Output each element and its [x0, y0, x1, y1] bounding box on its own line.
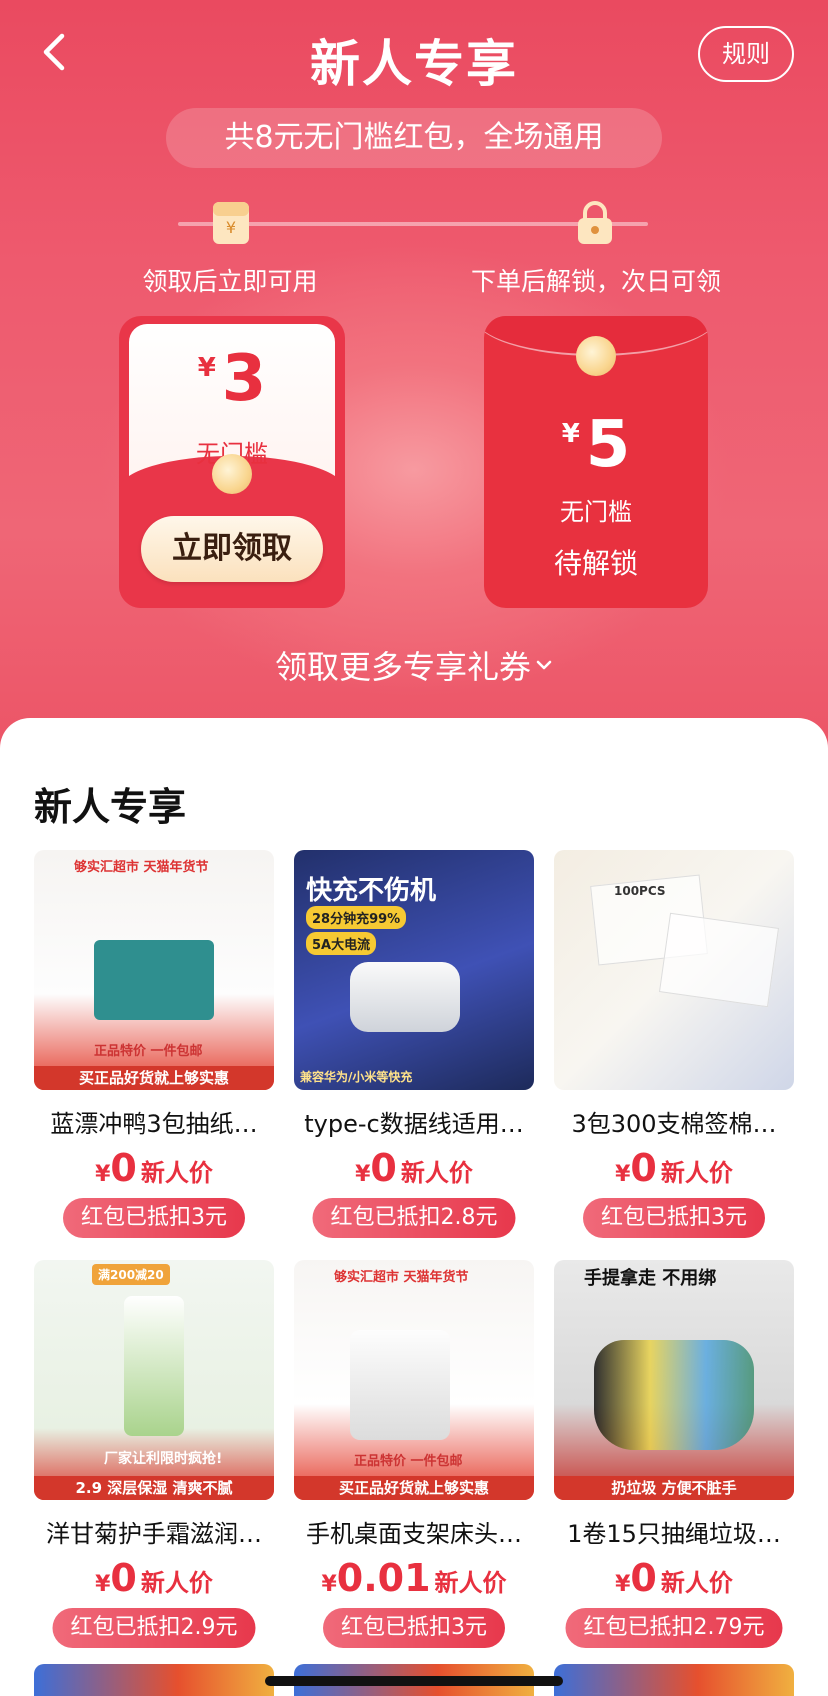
coupon-amount: ¥5	[561, 408, 631, 482]
coupon-amount: ¥3	[197, 342, 267, 416]
product-image: 满200减20 厂家让利限时疯抢! 2.9 深层保湿 清爽不腻	[34, 1260, 274, 1500]
product-price: ¥0 新人价	[95, 1146, 213, 1190]
claim-now-button[interactable]: 立即领取	[141, 516, 323, 582]
product-card[interactable]: 快充不伤机 28分钟充99% 5A大电流 兼容华为/小米等快充 type-c数据…	[294, 850, 534, 1238]
deduct-badge: 红包已抵扣3元	[63, 1198, 245, 1238]
chevron-down-icon	[536, 660, 552, 670]
product-price: ¥0 新人价	[615, 1146, 733, 1190]
product-card[interactable]: 够实汇超市 天猫年货节 正品特价 一件包邮 买正品好货就上够实惠 手机桌面支架床…	[294, 1260, 534, 1648]
lock-icon	[578, 201, 612, 244]
product-card[interactable]: 手提拿走 不用绑 扔垃圾 方便不脏手 1卷15只抽绳垃圾… ¥0 新人价 红包已抵…	[554, 1260, 794, 1648]
deduct-badge: 红包已抵扣3元	[323, 1608, 505, 1648]
product-image: 快充不伤机 28分钟充99% 5A大电流 兼容华为/小米等快充	[294, 850, 534, 1090]
coupon-card-5: ¥5 无门槛 待解锁	[484, 316, 708, 608]
products-panel: 新人专享 够实汇超市 天猫年货节 正品特价 一件包邮 买正品好货就上够实惠 蓝漂…	[0, 718, 828, 1696]
seal-icon	[576, 336, 616, 376]
nav-bar: 新人专享 规则	[0, 0, 828, 104]
product-image: 手提拿走 不用绑 扔垃圾 方便不脏手	[554, 1260, 794, 1500]
product-image: 够实汇超市 天猫年货节 正品特价 一件包邮 买正品好货就上够实惠	[294, 1260, 534, 1500]
product-name: 3包300支棉签棉…	[571, 1110, 777, 1138]
product-price: ¥0 新人价	[95, 1556, 213, 1600]
hero-banner: 新人专享 规则 共8元无门槛红包，全场通用 ¥ 领取后立即可用 下单后解锁，次日…	[0, 0, 828, 760]
product-card[interactable]: 够实汇超市 天猫年货节 正品特价 一件包邮 买正品好货就上够实惠 蓝漂冲鸭3包抽…	[34, 850, 274, 1238]
home-indicator[interactable]	[265, 1676, 563, 1686]
product-card-partial[interactable]	[34, 1664, 274, 1696]
product-name: 1卷15只抽绳垃圾…	[567, 1520, 781, 1548]
product-image: 够实汇超市 天猫年货节 正品特价 一件包邮 买正品好货就上够实惠	[34, 850, 274, 1090]
product-card-partial[interactable]	[554, 1664, 794, 1696]
svg-text:¥: ¥	[226, 218, 236, 237]
product-card[interactable]: 满200减20 厂家让利限时疯抢! 2.9 深层保湿 清爽不腻 洋甘菊护手霜滋润…	[34, 1260, 274, 1648]
deduct-badge: 红包已抵扣2.9元	[52, 1608, 256, 1648]
deduct-badge: 红包已抵扣2.79元	[565, 1608, 783, 1648]
product-price: ¥0.01 新人价	[321, 1556, 507, 1600]
coupon-step-icon: ¥	[213, 202, 249, 244]
product-card[interactable]: 100PCS 3包300支棉签棉… ¥0 新人价 红包已抵扣3元	[554, 850, 794, 1238]
product-name: 洋甘菊护手霜滋润…	[46, 1520, 262, 1548]
deduct-badge: 红包已抵扣2.8元	[312, 1198, 516, 1238]
coupon-desc: 无门槛	[560, 498, 632, 526]
coupon-card-3[interactable]: ¥3 无门槛 立即领取	[119, 316, 345, 608]
product-name: 手机桌面支架床头…	[306, 1520, 522, 1548]
coupon-status: 待解锁	[553, 547, 638, 580]
section-title: 新人专享	[34, 785, 187, 829]
banner-subtitle: 共8元无门槛红包，全场通用	[166, 108, 662, 168]
seal-icon	[212, 454, 252, 494]
rules-button[interactable]: 规则	[698, 26, 794, 82]
product-image: 100PCS	[554, 850, 794, 1090]
more-coupons-link[interactable]: 领取更多专享礼券	[0, 642, 828, 688]
deduct-badge: 红包已抵扣3元	[583, 1198, 765, 1238]
product-name: 蓝漂冲鸭3包抽纸…	[50, 1110, 258, 1138]
product-name: type-c数据线适用…	[304, 1110, 524, 1138]
product-price: ¥0 新人价	[615, 1556, 733, 1600]
step1-label: 领取后立即可用	[142, 267, 318, 296]
step2-label: 下单后解锁，次日可领	[470, 267, 721, 296]
product-price: ¥0 新人价	[355, 1146, 473, 1190]
